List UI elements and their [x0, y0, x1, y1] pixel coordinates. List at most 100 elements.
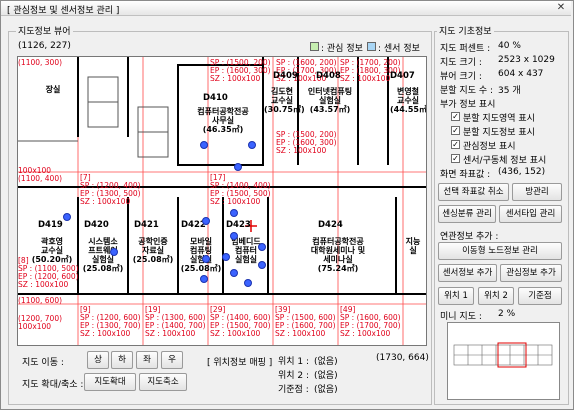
pos1-button[interactable]: 위치 1 [438, 287, 474, 305]
sensor-dot[interactable] [258, 261, 266, 269]
info-v-3: 35 개 [498, 86, 521, 96]
extra-info-label: 부가 정보 표시 [440, 100, 496, 110]
info-k-1: 지도 크기 : [440, 58, 482, 68]
info-v-2: 604 x 437 [498, 69, 544, 79]
zoom-in-button[interactable]: 지도확대 [84, 373, 136, 391]
room-d424-label: D424 [318, 220, 343, 230]
room-d410-name: 컴퓨터공학전공 사무실 (46.35㎡) [197, 107, 249, 134]
sensing-class-button[interactable]: 센싱분류 관리 [438, 205, 496, 223]
room-d407-label: D407 [390, 71, 415, 81]
room-manage-button[interactable]: 방관리 [512, 183, 562, 201]
sensor-dot[interactable] [200, 275, 208, 283]
sensor-dot[interactable] [63, 213, 71, 221]
sensor-dot[interactable] [202, 255, 210, 263]
grid-text: SZ : 100x100 [210, 74, 261, 83]
grid-cell-19: [19] SP : (1300, 600) EP : (1400, 700) S… [145, 306, 206, 338]
close-icon[interactable]: ✕ [555, 2, 567, 14]
sensor-dot[interactable] [202, 217, 210, 225]
checkbox-sensor-label: 센서/구동체 정보 표시 [463, 156, 547, 166]
room-d420-label: D420 [84, 220, 109, 230]
grid-text: (1100, 400) [18, 174, 63, 183]
grid-text: SZ : 100x100 [340, 329, 391, 338]
map-viewer[interactable]: (1100, 300) 100x100 (1100, 400) (1100, 6… [17, 56, 427, 346]
grid-text: SZ : 100x100 [210, 329, 261, 338]
mini-map-percent: 2 % [498, 309, 516, 319]
sensor-dot[interactable] [110, 248, 118, 256]
info-k-2: 뷰어 크기 : [440, 72, 482, 82]
room-d421-label: D421 [134, 220, 159, 230]
grid-text: (1100, 600) [18, 296, 63, 305]
add-sensor-button[interactable]: 센서정보 추가 [438, 264, 497, 282]
sensor-dot[interactable] [248, 141, 256, 149]
mover-node-button[interactable]: 이동형 노드정보 관리 [438, 242, 562, 260]
checkbox-region-label: 분할 지도영역 표시 [463, 114, 535, 124]
grid-text: SZ : 100x100 [210, 197, 261, 206]
sensor-dot[interactable] [200, 141, 208, 149]
grid-cell-9: [9] SP : (1200, 600) EP : (1300, 700) SZ… [80, 306, 141, 338]
pos2-button[interactable]: 위치 2 [478, 287, 514, 305]
checkbox-interest[interactable]: ✓ [451, 140, 460, 149]
grid-left-6: 100x100 [18, 323, 51, 331]
grid-cell-29: [29] SP : (1400, 600) EP : (1500, 700) S… [210, 306, 271, 338]
grid-left-1: (1100, 300) [18, 59, 62, 67]
mini-map[interactable] [447, 322, 560, 400]
room-d419-label: D419 [38, 220, 63, 230]
mini-map-plan [453, 342, 553, 368]
sensor-dot[interactable] [244, 279, 252, 287]
sensor-type-button[interactable]: 센서타입 관리 [499, 205, 562, 223]
sensor-dot[interactable] [222, 253, 230, 261]
info-k-0: 지도 퍼센트 : [440, 44, 491, 54]
grid-cell-top-1: SP : (1500, 200) EP : (1600, 300) SZ : 1… [210, 59, 271, 83]
zoom-label: 지도 확대/축소 : [22, 380, 84, 390]
viewer-coord: (1126, 227) [18, 41, 71, 51]
zoom-out-button[interactable]: 지도축소 [139, 373, 187, 391]
grid-text: SZ : 100x100 [276, 146, 327, 155]
sensor-dot[interactable] [230, 269, 238, 277]
info-group-label: 지도 기초정보 [437, 24, 494, 37]
info-k-3: 분할 지도 수 : [440, 86, 494, 96]
room-d420-name: 시스템소 프트웨어 실험실 (25.08㎡) [82, 237, 124, 273]
checkbox-mapinfo[interactable]: ✓ [451, 126, 460, 135]
move-up-button[interactable]: 상 [87, 351, 109, 369]
sensor-legend-swatch [367, 42, 376, 51]
cancel-select-button[interactable]: 선택 좌표값 취소 [438, 183, 509, 201]
pos2-value: (없음) [314, 371, 338, 381]
grid-left-4: (1100, 600) [18, 297, 62, 305]
screen-coord-value: (436, 152) [498, 167, 546, 177]
base-value: (없음) [314, 385, 338, 395]
sensor-dot[interactable] [258, 243, 266, 251]
link-info-label: 연관정보 추가 : [440, 232, 499, 242]
add-interest-button[interactable]: 관심정보 추가 [500, 264, 562, 282]
mapping-title: [ 위치정보 매핑 ] [207, 358, 273, 368]
room-d408-label: D408 [316, 71, 341, 81]
grid-text: SZ : 100x100 [145, 329, 196, 338]
room-d419-name: 곽호영 교수실 (50.20㎡) [31, 237, 73, 264]
move-down-button[interactable]: 하 [111, 351, 133, 369]
base-button[interactable]: 기준점 [518, 287, 562, 305]
room-restroom-name: 장실 [45, 85, 61, 94]
sensor-dot[interactable] [234, 163, 242, 171]
grid-cell-49: [49] SP : (1600, 600) EP : (1700, 700) S… [340, 306, 401, 338]
checkbox-region[interactable]: ✓ [451, 112, 460, 121]
move-left-button[interactable]: 좌 [136, 351, 158, 369]
grid-text: SZ : 100x100 [275, 329, 326, 338]
pos1-value: (없음) [314, 357, 338, 367]
window-title: [ 관심정보 및 센서정보 관리 ] [7, 6, 120, 16]
room-d422-name: 모바일 컴퓨팅 실험실 (25.08㎡) [180, 237, 222, 273]
grid-cell-mid-2: SP : (1500, 200) EP : (1600, 300) SZ : 1… [276, 131, 337, 155]
pos1-label: 위치 1 : [278, 357, 310, 367]
checkbox-mapinfo-label: 분할 지도정보 표시 [463, 128, 535, 138]
room-ai-name: 지능 실 [405, 237, 421, 255]
grid-text: 100x100 [18, 322, 52, 331]
title-bar: [ 관심정보 및 센서정보 관리 ] ✕ [1, 1, 571, 16]
map-move-label: 지도 이동 : [22, 358, 64, 368]
interest-legend-swatch [310, 42, 319, 51]
room-d424-name: 컴퓨터공학전공 대학원세미나 및 세미나실 (75.24㎡) [310, 237, 366, 273]
checkbox-sensor[interactable]: ✓ [451, 154, 460, 163]
room-d421-name: 공학인증 자료실 (25.08㎡) [132, 237, 174, 264]
sensor-dot[interactable] [230, 232, 238, 240]
checkbox-interest-label: 관심정보 표시 [463, 142, 516, 152]
pos2-label: 위치 2 : [278, 371, 310, 381]
sensor-dot[interactable] [230, 209, 238, 217]
move-right-button[interactable]: 우 [161, 351, 183, 369]
